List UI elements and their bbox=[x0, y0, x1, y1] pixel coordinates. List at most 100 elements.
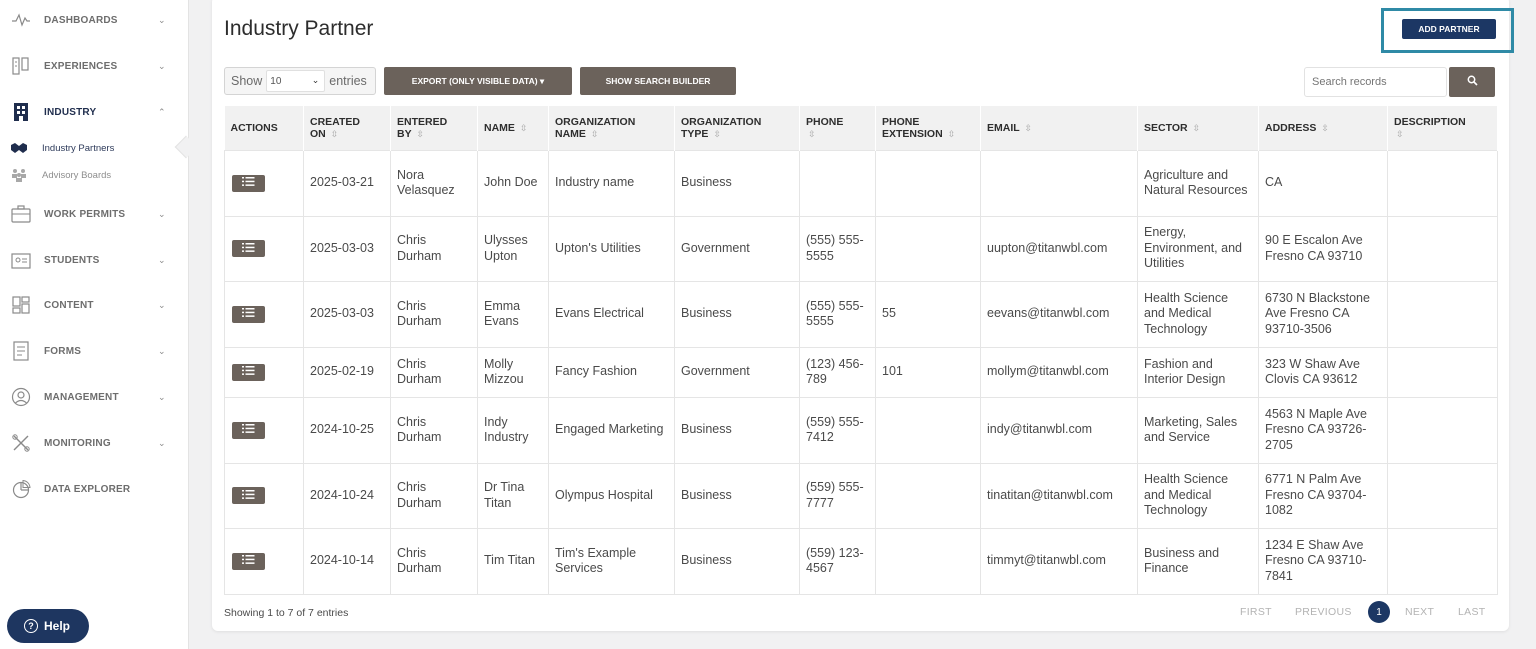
pager-last[interactable]: LAST bbox=[1458, 606, 1485, 618]
cell-ext bbox=[875, 462, 981, 529]
cell-org-type: Business bbox=[674, 527, 800, 595]
cell-address: 323 W Shaw Ave Clovis CA 93612 bbox=[1258, 346, 1388, 398]
nav-data-explorer[interactable]: DATA EXPLORER bbox=[0, 475, 189, 503]
search-icon bbox=[1467, 73, 1478, 91]
cell-entered-by: Chris Durham bbox=[390, 280, 478, 348]
row-actions-button[interactable] bbox=[232, 305, 265, 323]
page-length-select[interactable]: 10 ⌄ bbox=[266, 70, 326, 92]
column-header-label: NAME bbox=[555, 127, 586, 140]
nav-label: CONTENT bbox=[44, 299, 94, 311]
user-circle-icon bbox=[11, 387, 31, 407]
column-header[interactable]: SECTOR ⇳ bbox=[1137, 106, 1259, 150]
row-actions-button[interactable] bbox=[232, 240, 265, 257]
cell-address: CA bbox=[1258, 149, 1388, 217]
cell-email: indy@titanwbl.com bbox=[980, 396, 1138, 464]
column-header[interactable]: ENTERED BY ⇳ bbox=[390, 106, 478, 150]
list-icon bbox=[242, 553, 255, 569]
column-header-label: ON bbox=[310, 127, 326, 140]
column-header-label: ADDRESS bbox=[1265, 121, 1317, 134]
cell-ext bbox=[875, 215, 981, 282]
nav-monitoring[interactable]: MONITORING ⌄ bbox=[0, 429, 189, 457]
entries-label: entries bbox=[329, 74, 367, 88]
column-header: ACTIONS bbox=[224, 106, 304, 150]
row-actions-button[interactable] bbox=[232, 174, 265, 192]
subnav-industry-partners[interactable]: Industry Partners bbox=[0, 138, 189, 158]
cell-org-name: Olympus Hospital bbox=[548, 462, 675, 529]
row-actions-button[interactable] bbox=[232, 363, 265, 381]
help-button[interactable]: ? Help bbox=[7, 609, 89, 643]
cell-sector: Health Science and Medical Technology bbox=[1137, 280, 1259, 348]
nav-content[interactable]: CONTENT ⌄ bbox=[0, 291, 189, 319]
cell-phone: (559) 123-4567 bbox=[799, 527, 876, 595]
sort-icon: ⇳ bbox=[808, 128, 816, 139]
subnav-label: Advisory Boards bbox=[42, 169, 112, 181]
nav-work-permits[interactable]: WORK PERMITS ⌄ bbox=[0, 200, 189, 228]
row-actions-button[interactable] bbox=[232, 421, 265, 439]
search-button[interactable] bbox=[1449, 67, 1495, 97]
column-header-label: ACTIONS bbox=[230, 121, 278, 134]
subnav-advisory-boards[interactable]: Advisory Boards bbox=[0, 165, 189, 185]
nav-dashboards[interactable]: DASHBOARDS ⌄ bbox=[0, 6, 189, 34]
list-icon bbox=[242, 364, 255, 380]
column-header-label: ORGANIZATION bbox=[681, 115, 762, 128]
cell-name: Ulysses Upton bbox=[477, 215, 549, 282]
column-header[interactable]: DESCRIPTION ⇳ bbox=[1387, 106, 1498, 150]
cell-sector: Fashion and Interior Design bbox=[1137, 346, 1259, 398]
cell-sector: Marketing, Sales and Service bbox=[1137, 396, 1259, 464]
cell-entered-by: Chris Durham bbox=[390, 215, 478, 282]
list-icon bbox=[242, 306, 255, 322]
row-actions-button[interactable] bbox=[232, 487, 265, 504]
cell-sector: Agriculture and Natural Resources bbox=[1137, 149, 1259, 217]
cell-description bbox=[1387, 215, 1498, 282]
cell-created: 2025-02-19 bbox=[303, 346, 391, 398]
pager-previous[interactable]: PREVIOUS bbox=[1295, 606, 1352, 618]
cell-org-type: Business bbox=[674, 462, 800, 529]
nav-students[interactable]: STUDENTS ⌄ bbox=[0, 246, 189, 274]
search-builder-button[interactable]: SHOW SEARCH BUILDER bbox=[580, 67, 736, 95]
chevron-down-icon: ⌄ bbox=[158, 299, 166, 310]
sort-icon: ⇳ bbox=[1396, 128, 1404, 139]
cell-org-type: Government bbox=[674, 215, 800, 282]
column-header[interactable]: CREATED ON ⇳ bbox=[303, 106, 391, 150]
column-header[interactable]: PHONE ⇳ bbox=[799, 106, 876, 150]
nav-experiences[interactable]: EXPERIENCES ⌄ bbox=[0, 52, 189, 80]
cell-phone bbox=[799, 149, 876, 217]
sort-icon: ⇳ bbox=[1192, 122, 1201, 133]
show-label: Show bbox=[231, 74, 263, 88]
column-header-label: TYPE bbox=[681, 127, 709, 140]
add-partner-button[interactable]: ADD PARTNER bbox=[1402, 19, 1496, 39]
column-header[interactable]: EMAIL ⇳ bbox=[980, 106, 1138, 150]
table-row: 2024-10-25 Chris Durham Indy Industry Engag… bbox=[224, 396, 1498, 464]
nav-label: DASHBOARDS bbox=[44, 14, 118, 26]
export-button[interactable]: EXPORT (ONLY VISIBLE DATA) ▾ bbox=[384, 67, 572, 95]
sidebar: DASHBOARDS ⌄ EXPERIENCES ⌄ INDUSTRY ⌃ In… bbox=[0, 0, 189, 649]
pager-page-1[interactable]: 1 bbox=[1368, 601, 1390, 623]
cell-name: Indy Industry bbox=[477, 396, 549, 464]
column-header[interactable]: ORGANIZATION TYPE ⇳ bbox=[674, 106, 800, 150]
cell-org-name: Fancy Fashion bbox=[548, 346, 675, 398]
building-icon bbox=[11, 102, 31, 122]
column-header-label: CREATED bbox=[310, 115, 360, 128]
search-input[interactable] bbox=[1304, 67, 1447, 97]
column-header[interactable]: PHONE EXTENSION ⇳ bbox=[875, 106, 981, 150]
pager-next[interactable]: NEXT bbox=[1405, 606, 1434, 618]
cell-ext: 101 bbox=[875, 346, 981, 398]
nav-management[interactable]: MANAGEMENT ⌄ bbox=[0, 383, 189, 411]
table-row: 2025-02-19 Chris Durham Molly Mizzou Fancy … bbox=[224, 346, 1498, 398]
column-header-label: PHONE bbox=[882, 115, 920, 128]
column-header[interactable]: NAME ⇳ bbox=[477, 106, 549, 150]
list-icon bbox=[242, 422, 255, 438]
table-row: 2024-10-24 Chris Durham Dr Tina Titan Olymp… bbox=[224, 462, 1498, 529]
nav-industry[interactable]: INDUSTRY ⌃ bbox=[0, 98, 189, 126]
cell-name: Emma Evans bbox=[477, 280, 549, 348]
column-header[interactable]: ORGANIZATION NAME ⇳ bbox=[548, 106, 675, 150]
cell-sector: Health Science and Medical Technology bbox=[1137, 462, 1259, 529]
cell-created: 2024-10-14 bbox=[303, 527, 391, 595]
cell-phone: (555) 555-5555 bbox=[799, 280, 876, 348]
row-actions-button[interactable] bbox=[232, 552, 265, 570]
nav-forms[interactable]: FORMS ⌄ bbox=[0, 337, 189, 365]
column-header[interactable]: ADDRESS ⇳ bbox=[1258, 106, 1388, 150]
cell-ext bbox=[875, 149, 981, 217]
cell-name: Dr Tina Titan bbox=[477, 462, 549, 529]
pager-first[interactable]: FIRST bbox=[1240, 606, 1272, 618]
